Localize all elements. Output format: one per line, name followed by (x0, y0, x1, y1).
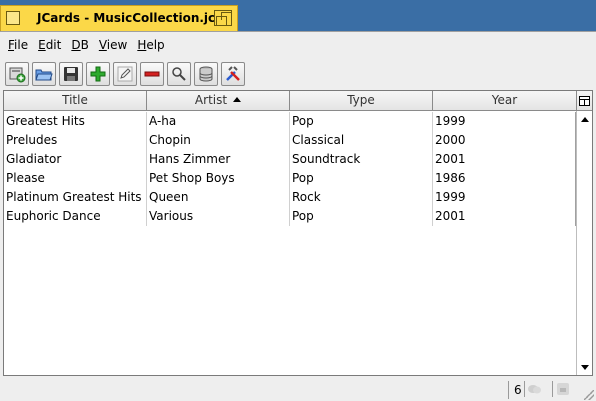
table-row[interactable]: Greatest Hits A-ha Pop 1999 (4, 112, 576, 131)
link-status-icon (528, 385, 541, 394)
window-menu-icon[interactable] (6, 11, 20, 25)
vertical-scrollbar[interactable] (576, 111, 592, 375)
column-header-title-label: Title (62, 93, 88, 107)
menu-file-label: ile (14, 38, 29, 52)
menu-edit-label: dit (45, 38, 62, 52)
scroll-up-button[interactable] (577, 112, 592, 126)
status-link-indicator (524, 381, 542, 397)
table-row[interactable]: Preludes Chopin Classical 2000 (4, 131, 576, 150)
remove-card-button[interactable] (140, 62, 164, 86)
table-header: Title Artist Type Year (4, 91, 576, 111)
table-row[interactable]: Euphoric Dance Various Pop 2001 (4, 207, 576, 226)
status-db-indicator (552, 381, 570, 397)
cell-artist[interactable]: Chopin (147, 131, 290, 150)
scroll-down-button[interactable] (577, 360, 592, 374)
menu-db[interactable]: DB (66, 38, 93, 52)
column-chooser-button[interactable] (576, 91, 592, 111)
cell-title[interactable]: Gladiator (4, 150, 147, 169)
title-bar[interactable]: JCards - MusicCollection.jca (0, 5, 238, 31)
column-header-year-label: Year (491, 93, 518, 107)
cell-artist[interactable]: Various (147, 207, 290, 226)
column-header-artist[interactable]: Artist (147, 91, 290, 111)
cell-type[interactable]: Rock (290, 188, 433, 207)
menu-file[interactable]: File (3, 38, 33, 52)
cell-year[interactable]: 2001 (433, 150, 576, 169)
column-header-artist-label: Artist (194, 93, 228, 107)
cell-title[interactable]: Platinum Greatest Hits (4, 188, 147, 207)
add-card-icon (90, 66, 106, 82)
cell-type[interactable]: Soundtrack (290, 150, 433, 169)
save-button[interactable] (59, 62, 83, 86)
cell-year[interactable]: 1999 (433, 112, 576, 131)
new-database-button[interactable] (5, 62, 29, 86)
cell-type[interactable]: Pop (290, 207, 433, 226)
record-count: 6 (508, 381, 522, 399)
cell-type[interactable]: Classical (290, 131, 433, 150)
cell-year[interactable]: 1986 (433, 169, 576, 188)
window-title: JCards - MusicCollection.jca (37, 11, 224, 25)
table-row[interactable]: Please Pet Shop Boys Pop 1986 (4, 169, 576, 188)
search-button[interactable] (167, 62, 191, 86)
add-card-button[interactable] (86, 62, 110, 86)
cell-year[interactable]: 2000 (433, 131, 576, 150)
open-folder-icon (35, 69, 53, 81)
cell-year[interactable]: 2001 (433, 207, 576, 226)
settings-button[interactable] (221, 62, 245, 86)
remove-card-icon (144, 71, 160, 77)
cell-title[interactable]: Please (4, 169, 147, 188)
arrow-down-icon (580, 364, 589, 370)
table-body: Greatest Hits A-ha Pop 1999 Preludes Cho… (4, 112, 576, 226)
status-bar: 6 (0, 377, 596, 401)
new-database-icon (9, 67, 26, 83)
main-window: File Edit DB View Help Title Artist Type… (0, 31, 596, 401)
resize-grip[interactable] (584, 390, 594, 400)
column-header-type-label: Type (347, 93, 375, 107)
column-header-type[interactable]: Type (290, 91, 433, 111)
edit-card-button[interactable] (113, 62, 137, 86)
search-icon (172, 67, 186, 81)
cell-artist[interactable]: Pet Shop Boys (147, 169, 290, 188)
cell-artist[interactable]: Hans Zimmer (147, 150, 290, 169)
maximize-button[interactable] (214, 10, 232, 26)
cell-year[interactable]: 1999 (433, 188, 576, 207)
menu-help-mnemonic: H (137, 38, 147, 52)
menu-view-label: iew (106, 38, 128, 52)
table-row[interactable]: Gladiator Hans Zimmer Soundtrack 2001 (4, 150, 576, 169)
save-icon (64, 67, 78, 81)
menu-edit[interactable]: Edit (33, 38, 66, 52)
database-status-icon (557, 383, 569, 395)
database-button[interactable] (194, 62, 218, 86)
cell-type[interactable]: Pop (290, 169, 433, 188)
database-icon (199, 66, 213, 82)
menu-help[interactable]: Help (132, 38, 169, 52)
menu-db-mnemonic: D (71, 38, 81, 52)
column-header-title[interactable]: Title (4, 91, 147, 111)
cell-type[interactable]: Pop (290, 112, 433, 131)
cell-artist[interactable]: A-ha (147, 112, 290, 131)
menu-bar: File Edit DB View Help (0, 32, 596, 58)
cell-title[interactable]: Preludes (4, 131, 147, 150)
menu-view[interactable]: View (94, 38, 132, 52)
cards-table: Title Artist Type Year Greatest Hits A-h… (3, 90, 593, 376)
cell-title[interactable]: Greatest Hits (4, 112, 147, 131)
toolbar (0, 59, 596, 89)
table-row[interactable]: Platinum Greatest Hits Queen Rock 1999 (4, 188, 576, 207)
menu-help-label: elp (146, 38, 165, 52)
menu-edit-mnemonic: E (38, 38, 46, 52)
settings-tools-icon (226, 66, 240, 81)
open-button[interactable] (32, 62, 56, 86)
sort-ascending-icon (233, 97, 242, 102)
menu-db-label: B (80, 38, 89, 52)
arrow-up-icon (580, 116, 589, 122)
cell-artist[interactable]: Queen (147, 188, 290, 207)
column-header-year[interactable]: Year (433, 91, 576, 111)
edit-card-icon (117, 66, 133, 82)
menu-view-mnemonic: V (98, 38, 107, 52)
cell-title[interactable]: Euphoric Dance (4, 207, 147, 226)
column-chooser-icon (579, 95, 590, 106)
